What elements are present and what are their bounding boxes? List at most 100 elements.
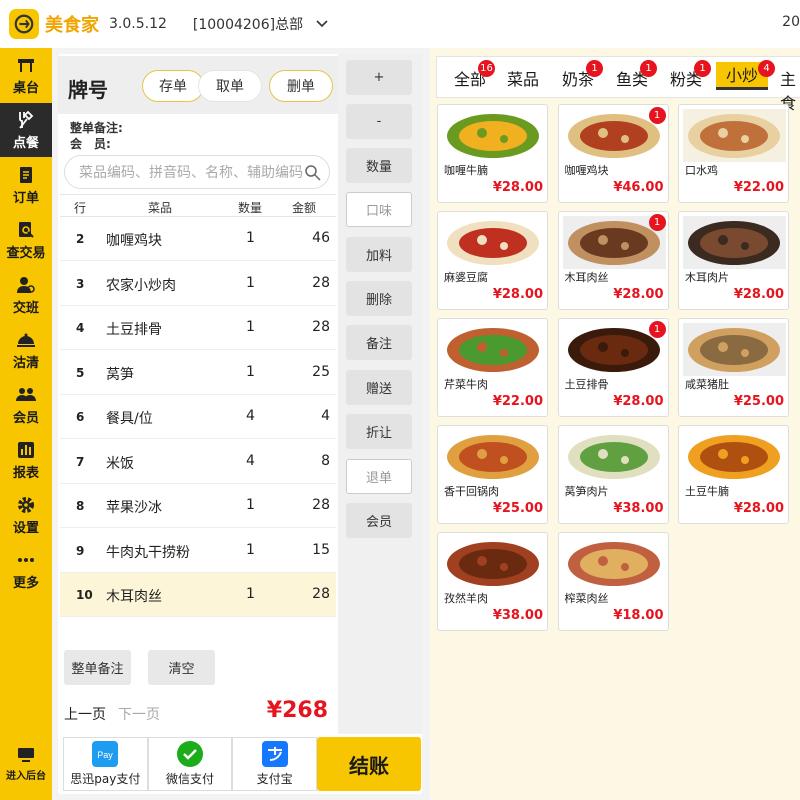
search-placeholder: 菜品编码、拼音码、名称、辅助编码 — [79, 165, 303, 181]
row-index: 4 — [76, 321, 85, 335]
dish-card[interactable]: 孜然羊肉 ¥38.00 — [437, 532, 548, 631]
alipay-icon — [261, 741, 288, 767]
op-button-8[interactable]: 折让 — [346, 414, 412, 449]
op-button-5[interactable]: 删除 — [346, 281, 412, 316]
dish-price: ¥25.00 — [492, 501, 543, 516]
handover-icon — [17, 276, 35, 293]
sidebar-item-orders[interactable]: 订单 — [0, 158, 52, 212]
retrieve-order-button[interactable]: 取单 — [198, 70, 262, 102]
dish-card[interactable]: 咖喱牛腩 ¥28.00 — [437, 104, 548, 203]
op-button-4[interactable]: 加料 — [346, 237, 412, 272]
checkout-button[interactable]: 结账 — [317, 737, 421, 791]
dish-card[interactable]: 木耳肉丝 ¥28.00 1 — [557, 211, 669, 310]
next-page-link[interactable]: 下一页 — [118, 704, 160, 724]
search-icon[interactable] — [304, 164, 321, 181]
op-button-1[interactable]: - — [346, 104, 412, 139]
dish-photo — [442, 430, 545, 483]
delete-order-button[interactable]: 删单 — [269, 70, 333, 102]
sidebar-item-label: 报表 — [12, 465, 39, 481]
row-index: 8 — [76, 499, 85, 513]
dish-card[interactable]: 土豆排骨 ¥28.00 1 — [557, 318, 669, 417]
dish-card[interactable]: 香干回锅肉 ¥25.00 — [437, 425, 548, 524]
dish-photo — [683, 430, 786, 483]
table-row[interactable]: 9 牛肉丸干捞粉 1 15 — [60, 529, 336, 573]
dish-card[interactable]: 芹菜牛肉 ¥22.00 — [437, 318, 548, 417]
column-header: 金额 — [292, 201, 317, 215]
sidebar-item-label: 设置 — [12, 520, 39, 536]
dish-card[interactable]: 口水鸡 ¥22.00 — [678, 104, 789, 203]
sidebar-item-backend[interactable]: 进入后台 — [0, 736, 52, 790]
op-button-10[interactable]: 会员 — [346, 503, 412, 538]
dish-amount: 8 — [321, 452, 330, 469]
table-row[interactable]: 2 咖喱鸡块 1 46 — [60, 217, 336, 261]
dish-search-input[interactable]: 菜品编码、拼音码、名称、辅助编码 — [64, 155, 330, 189]
table-row[interactable]: 6 餐具/位 4 4 — [60, 395, 336, 439]
order-note-button[interactable]: 整单备注 — [64, 650, 131, 685]
dish-card[interactable]: 咸菜猪肚 ¥25.00 — [678, 318, 789, 417]
dish-card[interactable]: 咖喱鸡块 ¥46.00 1 — [557, 104, 669, 203]
dish-name: 土豆牛腩 — [685, 485, 729, 498]
dish-photo — [683, 109, 786, 162]
save-order-button[interactable]: 存单 — [142, 70, 204, 102]
sidebar-item-more[interactable]: 更多 — [0, 543, 52, 597]
category-tab-1[interactable]: 菜品 — [507, 66, 539, 90]
pay-label: 思迅pay支付 — [70, 772, 141, 786]
sidebar-item-order-food[interactable]: 点餐 — [0, 103, 52, 157]
clear-button[interactable]: 清空 — [148, 650, 215, 685]
store-selector[interactable]: [10004206]总部 — [193, 14, 303, 34]
dish-name: 莴笋 — [106, 366, 134, 383]
clock-text: 20 — [782, 14, 800, 30]
order-total: ¥268 — [266, 698, 328, 723]
app-name: 美食家 — [45, 15, 99, 36]
op-button-6[interactable]: 备注 — [346, 325, 412, 360]
sidebar-item-settings[interactable]: 设置 — [0, 488, 52, 542]
sidebar-item-reports[interactable]: 报表 — [0, 433, 52, 487]
dish-card[interactable]: 木耳肉片 ¥28.00 — [678, 211, 789, 310]
dish-price: ¥38.00 — [492, 608, 543, 623]
dish-price: ¥28.00 — [613, 394, 664, 409]
table-icon — [18, 58, 34, 72]
sidebar-item-label: 桌台 — [12, 80, 39, 96]
column-header: 行 — [74, 201, 87, 215]
op-button-7[interactable]: 赠送 — [346, 370, 412, 405]
dish-name: 咖喱牛腩 — [444, 164, 488, 177]
op-button-2[interactable]: 数量 — [346, 148, 412, 183]
dish-card[interactable]: 榨菜肉丝 ¥18.00 — [557, 532, 669, 631]
chart-icon — [18, 441, 34, 458]
table-row[interactable]: 4 土豆排骨 1 28 — [60, 306, 336, 350]
sidebar-item-members[interactable]: 会员 — [0, 378, 52, 432]
dish-card[interactable]: 麻婆豆腐 ¥28.00 — [437, 211, 548, 310]
pay-label: 支付宝 — [256, 772, 293, 786]
dish-price: ¥46.00 — [613, 180, 664, 195]
table-row[interactable]: 8 苹果沙冰 1 28 — [60, 484, 336, 528]
sxpay-icon: Pay — [92, 741, 119, 767]
op-button-3[interactable]: 口味 — [346, 192, 412, 227]
prev-page-link[interactable]: 上一页 — [64, 704, 106, 724]
sidebar-item-handover[interactable]: 交班 — [0, 268, 52, 322]
sidebar-item-tables[interactable]: 桌台 — [0, 48, 52, 102]
dish-name: 木耳肉丝 — [564, 271, 609, 284]
dish-price: ¥18.00 — [613, 608, 664, 623]
table-row[interactable]: 5 莴笋 1 25 — [60, 351, 336, 395]
dish-name: 米饭 — [106, 455, 134, 472]
sidebar-item-transactions[interactable]: 查交易 — [0, 213, 52, 267]
sidebar-item-soldout[interactable]: 沽清 — [0, 323, 52, 377]
table-row[interactable]: 3 农家小炒肉 1 28 — [60, 262, 336, 306]
dish-amount: 15 — [312, 541, 330, 558]
dish-count-badge: 1 — [648, 321, 666, 338]
chevron-down-icon[interactable] — [315, 17, 329, 31]
sidebar-item-label: 沽清 — [12, 355, 39, 371]
dish-card[interactable]: 土豆牛腩 ¥28.00 — [678, 425, 789, 524]
table-row[interactable]: 10 木耳肉丝 1 28 — [60, 573, 336, 617]
row-index: 5 — [76, 365, 85, 380]
op-button-9[interactable]: 退单 — [346, 459, 412, 494]
dish-card[interactable]: 莴笋肉片 ¥38.00 — [557, 425, 669, 524]
wechat-pay-button[interactable]: 微信支付 — [147, 737, 233, 791]
sxpay-button[interactable]: Pay 思迅pay支付 — [63, 737, 148, 791]
op-button-0[interactable]: + — [346, 60, 412, 95]
table-row[interactable]: 7 米饭 4 8 — [60, 440, 336, 484]
dish-photo — [562, 537, 666, 590]
dish-price: ¥28.00 — [492, 180, 543, 195]
alipay-button[interactable]: 支付宝 — [232, 737, 318, 791]
dish-price: ¥28.00 — [613, 287, 664, 302]
